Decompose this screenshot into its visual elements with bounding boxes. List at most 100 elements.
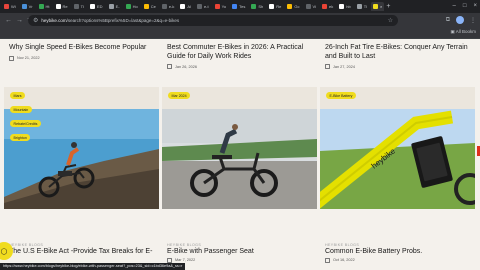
browser-tab[interactable]: Gc [285, 2, 301, 11]
favicon-icon [196, 4, 202, 9]
browser-tab[interactable]: Re [54, 2, 70, 11]
bookmarks-bar: ▣ All Bookm [0, 28, 480, 39]
tab-label: Gc [294, 4, 300, 9]
post-title[interactable]: The U.S E-Bike Act -Provide Tax Breaks f… [9, 248, 164, 257]
favicon-icon [21, 4, 27, 9]
tab-active[interactable]: × [371, 2, 385, 11]
extensions-icon[interactable]: ⧉ [446, 17, 450, 24]
post-image-card-3[interactable]: heybike E-Bike Battery [320, 87, 475, 209]
new-tab-button[interactable]: + [386, 2, 390, 11]
browser-toolbar: ← → ↻ ⚙ heybike.com/search?options%5Bpre… [0, 13, 480, 28]
all-bookmarks-label: All Bookm [455, 29, 476, 34]
post-title[interactable]: Best Commuter E-Bikes in 2026: A Practic… [167, 44, 322, 61]
post-image-battery: heybike [320, 109, 475, 209]
favicon-icon [322, 4, 328, 9]
favicon-icon [287, 4, 293, 9]
post-bottom-3[interactable]: HEYBIKE BLOGS Common E-Bike Battery Prob… [325, 243, 480, 263]
post-top-1[interactable]: Why Single Speed E-Bikes Become Popular … [9, 43, 164, 61]
profile-avatar[interactable] [456, 16, 464, 24]
chat-icon[interactable]: ◯ [0, 242, 13, 260]
post-image-card-1[interactable]: Mars Mountain Rebate/Credits Brighton [4, 87, 159, 209]
favicon-icon [251, 4, 257, 9]
post-date: Jan 26, 2026 [175, 64, 197, 69]
favicon-icon [356, 4, 362, 9]
tab-label: E- [115, 4, 120, 9]
favicon-icon [339, 4, 345, 9]
maximize-icon[interactable]: □ [463, 2, 467, 11]
browser-tab[interactable]: Wi [2, 2, 18, 11]
tag-chip[interactable]: Mars [10, 92, 25, 99]
minimize-icon[interactable]: – [453, 2, 456, 11]
tab-label: Vi [312, 4, 317, 9]
close-window-icon[interactable]: × [473, 2, 477, 11]
tab-label: Sh [258, 4, 264, 9]
post-image-card-2[interactable]: Mar 2024 [162, 87, 317, 209]
favicon-icon [180, 4, 186, 9]
address-bar[interactable]: ⚙ heybike.com/search?options%5Bprefix%5D… [28, 15, 398, 26]
back-icon[interactable]: ← [5, 17, 12, 24]
favicon-icon [55, 4, 61, 9]
tag-chip[interactable]: E-Bike Battery [326, 92, 356, 99]
browser-tab[interactable]: Al [178, 2, 193, 11]
tab-label: Al [187, 4, 191, 9]
browser-tab[interactable]: E- [107, 2, 122, 11]
tab-label: Re [276, 4, 282, 9]
post-date: Mar 7, 2022 [175, 258, 196, 262]
browser-tab[interactable]: Tes [230, 2, 247, 11]
url-host: heybike.com [41, 18, 67, 23]
tab-label: Tl [80, 4, 84, 9]
tab-label: ek [329, 4, 334, 9]
favicon-icon [38, 4, 44, 9]
tab-label: hb [346, 4, 351, 9]
calendar-icon [325, 257, 330, 263]
post-title[interactable]: 26-Inch Fat Tire E-Bikes: Conquer Any Te… [325, 44, 480, 61]
browser-tab[interactable]: Ht [37, 2, 52, 11]
browser-tab[interactable]: Re [267, 2, 283, 11]
tab-label: Wi [11, 4, 16, 9]
tune-icon[interactable]: ⚙ [33, 17, 38, 24]
browser-tab[interactable]: Tl [355, 2, 369, 11]
post-meta: Oct 16, 2022 [325, 257, 480, 263]
post-bottom-1[interactable]: HEYBIKE BLOGS The U.S E-Bike Act -Provid… [9, 243, 164, 257]
browser-tab[interactable]: hb [337, 2, 352, 11]
post-title[interactable]: E-Bike with Passenger Seat [167, 248, 322, 257]
all-bookmarks-link[interactable]: ▣ All Bookm [450, 29, 476, 35]
browser-tab[interactable]: Tl [72, 2, 86, 11]
post-bottom-2[interactable]: HEYBIKE BLOGS E-Bike with Passenger Seat… [167, 243, 322, 263]
browser-tab[interactable]: Sh [249, 2, 265, 11]
tab-label: ED [97, 4, 103, 9]
menu-icon[interactable]: ⋮ [470, 17, 476, 24]
post-title[interactable]: Why Single Speed E-Bikes Become Popular [9, 44, 164, 53]
tab-label: Re [62, 4, 68, 9]
favicon-icon [269, 4, 275, 9]
forward-icon[interactable]: → [16, 17, 23, 24]
tag-chip[interactable]: Brighton [10, 134, 31, 141]
favicon-icon [125, 4, 131, 9]
tab-label: Ho [132, 4, 138, 9]
post-top-3[interactable]: 26-Inch Fat Tire E-Bikes: Conquer Any Te… [325, 43, 480, 69]
tag-chip[interactable]: Mountain [10, 106, 32, 113]
browser-tab[interactable]: Vi [304, 2, 318, 11]
browser-tab[interactable]: Vr [20, 2, 35, 11]
calendar-icon [167, 64, 172, 69]
status-bar-link-preview: https://www.heybike.com/blogs/heybike-bl… [0, 263, 186, 270]
favicon-icon [4, 4, 9, 9]
post-top-2[interactable]: Best Commuter E-Bikes in 2026: A Practic… [167, 43, 322, 69]
tab-close-icon[interactable]: × [380, 4, 382, 9]
post-meta: Jan 26, 2026 [167, 64, 322, 69]
browser-tab[interactable]: e-t [195, 2, 211, 11]
browser-tab[interactable]: e-k [160, 2, 177, 11]
favicon-icon [90, 4, 95, 9]
browser-tab[interactable]: Ho [124, 2, 140, 11]
post-title[interactable]: Common E-Bike Battery Probs. [325, 248, 480, 257]
browser-tab[interactable]: Ce [142, 2, 158, 11]
star-icon[interactable]: ☆ [388, 17, 393, 24]
browser-tab[interactable]: ED [88, 2, 105, 11]
tag-chip[interactable]: Rebate/Credits [10, 120, 41, 127]
tab-strip: Wi Vr Ht Re Tl ED E- Ho Ce e-k Al e-t Yo Tes Sh Re Gc Vi e… [0, 0, 480, 13]
favicon-icon [305, 4, 311, 9]
tab-label: Vr [28, 4, 33, 9]
browser-tab[interactable]: Yo [213, 2, 229, 11]
browser-tab[interactable]: ek [320, 2, 335, 11]
tag-chip[interactable]: Mar 2024 [168, 92, 191, 99]
